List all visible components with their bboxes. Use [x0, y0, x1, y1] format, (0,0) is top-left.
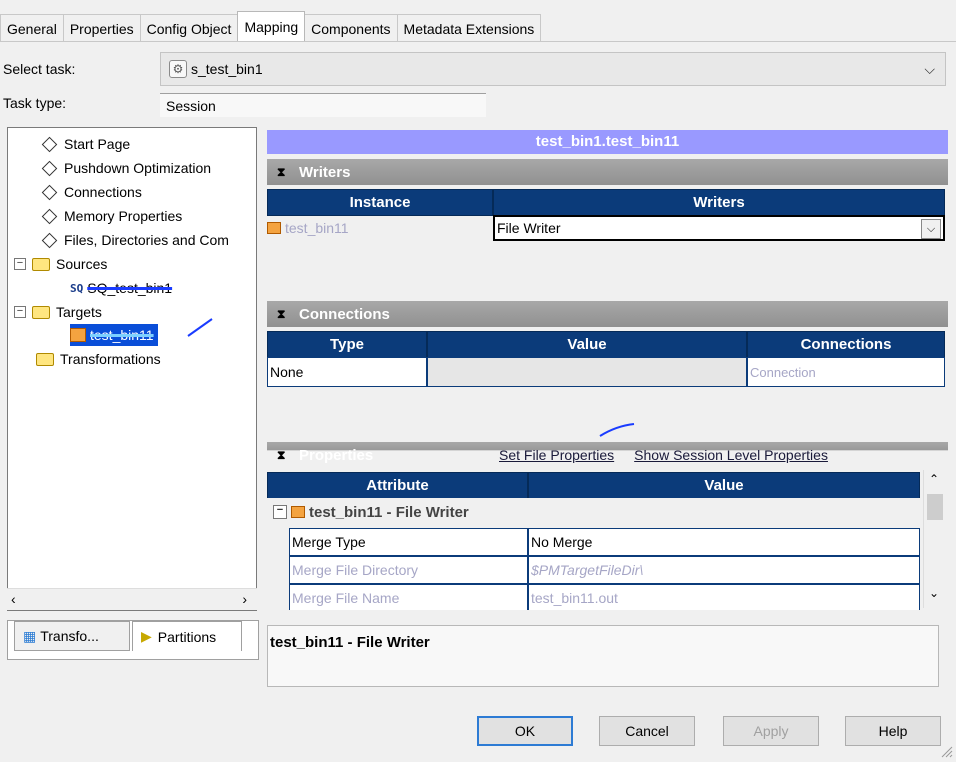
connection-type-cell[interactable]: None — [267, 357, 427, 387]
tree-item-sources[interactable]: − Sources — [14, 253, 107, 275]
scroll-up-icon[interactable]: ⌃ — [929, 472, 939, 486]
diamond-icon — [41, 184, 58, 200]
resize-grip-icon[interactable] — [940, 745, 954, 759]
connection-value-cell — [427, 357, 747, 387]
chevron-down-icon: ⌵ — [924, 61, 935, 77]
connections-header-value: Value — [427, 331, 747, 358]
connections-header-type: Type — [267, 331, 427, 358]
tab-general[interactable]: General — [0, 14, 64, 42]
tree-item-start-page[interactable]: Start Page — [41, 133, 130, 155]
writers-header-instance: Instance — [267, 189, 493, 216]
tab-transformations[interactable]: ▦ Transfo... — [14, 621, 130, 651]
tab-metadata-extensions[interactable]: Metadata Extensions — [396, 14, 542, 42]
apply-button[interactable]: Apply — [723, 716, 819, 746]
tree-item-connections[interactable]: Connections — [41, 181, 142, 203]
properties-header-value: Value — [528, 472, 920, 499]
tree-item-target-selected[interactable]: test_bin11 — [70, 324, 158, 346]
writer-type-select[interactable]: File Writer ⌵ — [493, 215, 945, 241]
panel-title: test_bin1.test_bin11 — [267, 130, 948, 154]
properties-vertical-scrollbar[interactable]: ⌃ ⌄ — [923, 470, 945, 608]
diamond-icon — [41, 136, 58, 152]
property-attr-merge-dir: Merge File Directory — [289, 556, 528, 584]
navigation-tree: Start Page Pushdown Optimization Connect… — [7, 127, 257, 611]
source-qualifier-icon: SQ — [70, 281, 84, 295]
property-group-row[interactable]: − test_bin11 - File Writer — [267, 498, 920, 526]
properties-section-header[interactable]: ⧗ Properties Set File Properties Show Se… — [267, 442, 948, 468]
scrollbar-thumb[interactable] — [927, 494, 943, 520]
folder-icon — [32, 305, 50, 319]
annotation-mark — [187, 318, 213, 337]
set-file-properties-link[interactable]: Set File Properties — [499, 447, 614, 463]
writers-row-instance: test_bin11 — [267, 215, 493, 241]
folder-icon — [32, 257, 50, 271]
scroll-down-icon[interactable]: ⌄ — [929, 586, 939, 600]
partition-arrow-icon: ▶ — [141, 628, 152, 644]
collapse-section-icon[interactable]: ⧗ — [277, 307, 291, 322]
collapse-icon[interactable]: − — [14, 306, 26, 318]
tab-divider — [0, 41, 956, 42]
task-type-value: Session — [160, 93, 486, 117]
left-bottom-tabs: ▦ Transfo... ▶ Partitions — [7, 620, 259, 660]
show-session-properties-link[interactable]: Show Session Level Properties — [634, 447, 828, 463]
property-value-merge-dir[interactable]: $PMTargetFileDir\ — [528, 556, 920, 584]
chevron-down-icon[interactable]: ⌵ — [921, 219, 941, 239]
help-button[interactable]: Help — [845, 716, 941, 746]
tree-horizontal-scrollbar[interactable]: ‹ › — [7, 588, 257, 610]
transformation-icon: ▦ — [23, 627, 37, 644]
property-value-merge-type[interactable]: No Merge — [528, 528, 920, 556]
collapse-icon[interactable]: − — [14, 258, 26, 270]
scroll-left-icon[interactable]: ‹ — [11, 591, 16, 607]
collapse-section-icon[interactable]: ⧗ — [277, 165, 291, 180]
scroll-right-icon[interactable]: › — [242, 591, 247, 607]
diamond-icon — [41, 208, 58, 224]
tree-item-files[interactable]: Files, Directories and Com — [41, 229, 229, 251]
connections-section-header[interactable]: ⧗ Connections — [267, 301, 948, 327]
tree-item-memory[interactable]: Memory Properties — [41, 205, 182, 227]
tab-components[interactable]: Components — [304, 14, 398, 42]
select-task-label: Select task: — [3, 61, 76, 77]
tab-properties[interactable]: Properties — [62, 14, 141, 42]
ok-button[interactable]: OK — [477, 716, 573, 746]
diamond-icon — [41, 160, 58, 176]
tab-mapping[interactable]: Mapping — [237, 11, 306, 42]
folder-icon — [36, 352, 54, 366]
tree-item-source-qualifier[interactable]: SQ SQ_test_bin1 — [70, 277, 172, 299]
connections-header-connections: Connections — [747, 331, 945, 358]
cancel-button[interactable]: Cancel — [599, 716, 695, 746]
task-type-label: Task type: — [3, 95, 67, 111]
select-task-value: s_test_bin1 — [191, 61, 263, 77]
target-icon — [70, 328, 86, 342]
tree-item-pushdown[interactable]: Pushdown Optimization — [41, 157, 211, 179]
target-icon — [267, 222, 281, 234]
tab-config-object[interactable]: Config Object — [139, 14, 239, 42]
tree-item-transformations[interactable]: Transformations — [36, 348, 161, 370]
diamond-icon — [41, 232, 58, 248]
annotation-mark — [599, 423, 635, 437]
target-icon — [291, 506, 305, 518]
writers-section-header[interactable]: ⧗ Writers — [267, 159, 948, 185]
connection-cell[interactable]: Connection — [747, 357, 945, 387]
select-task-dropdown[interactable]: ⚙ s_test_bin1 ⌵ — [160, 52, 946, 86]
description-box: test_bin11 - File Writer — [267, 625, 939, 687]
properties-table: Merge Type No Merge Merge File Directory… — [267, 528, 920, 610]
collapse-section-icon[interactable]: ⧗ — [277, 448, 291, 463]
property-attr-merge-name: Merge File Name — [289, 584, 528, 610]
tab-partitions[interactable]: ▶ Partitions — [132, 621, 242, 651]
collapse-icon[interactable]: − — [273, 505, 287, 519]
property-value-merge-name[interactable]: test_bin11.out — [528, 584, 920, 610]
tree-item-targets[interactable]: − Targets — [14, 301, 102, 323]
properties-header-attribute: Attribute — [267, 472, 528, 499]
tab-strip: General Properties Config Object Mapping… — [0, 11, 542, 42]
property-attr-merge-type: Merge Type — [289, 528, 528, 556]
writers-header-writers: Writers — [493, 189, 945, 216]
session-gear-icon: ⚙ — [169, 60, 187, 78]
